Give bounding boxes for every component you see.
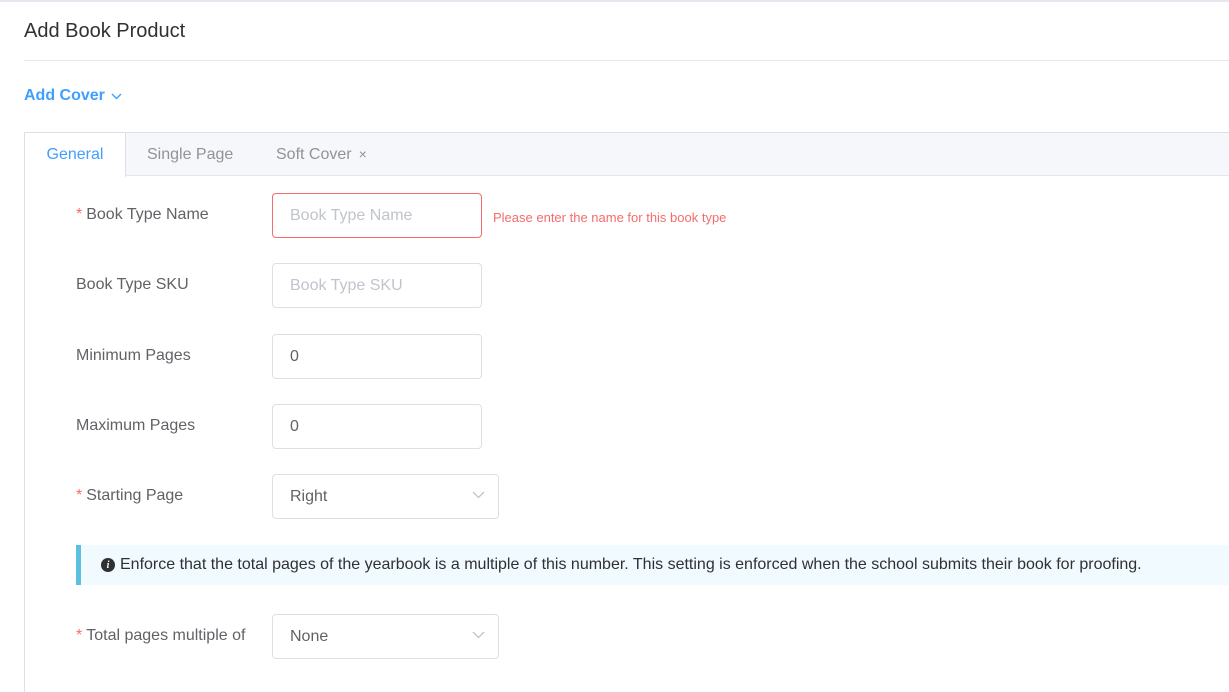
chevron-down-icon: [472, 631, 485, 639]
book-type-sku-input[interactable]: [272, 263, 482, 308]
tab-soft-cover-label: Soft Cover: [276, 146, 352, 163]
starting-page-value: Right: [290, 488, 328, 505]
required-asterisk: *: [76, 206, 83, 223]
maximum-pages-input[interactable]: [272, 404, 482, 449]
info-icon: i: [101, 558, 115, 572]
required-asterisk: *: [76, 487, 83, 504]
title-divider: [24, 60, 1229, 61]
tab-soft-cover[interactable]: Soft Cover ×: [276, 133, 367, 176]
total-pages-multiple-select[interactable]: None: [272, 614, 499, 659]
maximum-pages-label: Maximum Pages: [76, 417, 196, 434]
tab-bar: General Single Page Soft Cover ×: [25, 133, 1229, 177]
total-pages-multiple-value: None: [290, 628, 329, 645]
book-type-sku-label: Book Type SKU: [76, 276, 189, 293]
add-cover-label: Add Cover: [24, 87, 105, 104]
book-type-name-label: * Book Type Name: [76, 206, 209, 223]
chevron-down-icon: [472, 491, 485, 499]
total-pages-multiple-label: * Total pages multiple of: [76, 627, 246, 644]
tab-general[interactable]: General: [25, 133, 126, 177]
required-asterisk: *: [76, 627, 83, 644]
chevron-down-icon: [111, 93, 122, 99]
info-alert-text: Enforce that the total pages of the year…: [120, 556, 1142, 573]
starting-page-label: * Starting Page: [76, 487, 184, 504]
book-type-name-error: Please enter the name for this book type: [493, 210, 727, 225]
close-icon[interactable]: ×: [359, 133, 367, 176]
minimum-pages-input[interactable]: [272, 334, 482, 379]
starting-page-select[interactable]: Right: [272, 474, 499, 519]
top-border: [0, 0, 1229, 2]
minimum-pages-label: Minimum Pages: [76, 347, 191, 364]
add-cover-dropdown[interactable]: Add Cover: [24, 87, 122, 105]
info-alert: i Enforce that the total pages of the ye…: [76, 545, 1229, 585]
tab-single-page[interactable]: Single Page: [147, 133, 233, 176]
book-type-name-input[interactable]: [272, 193, 482, 238]
page-title: Add Book Product: [24, 20, 186, 42]
